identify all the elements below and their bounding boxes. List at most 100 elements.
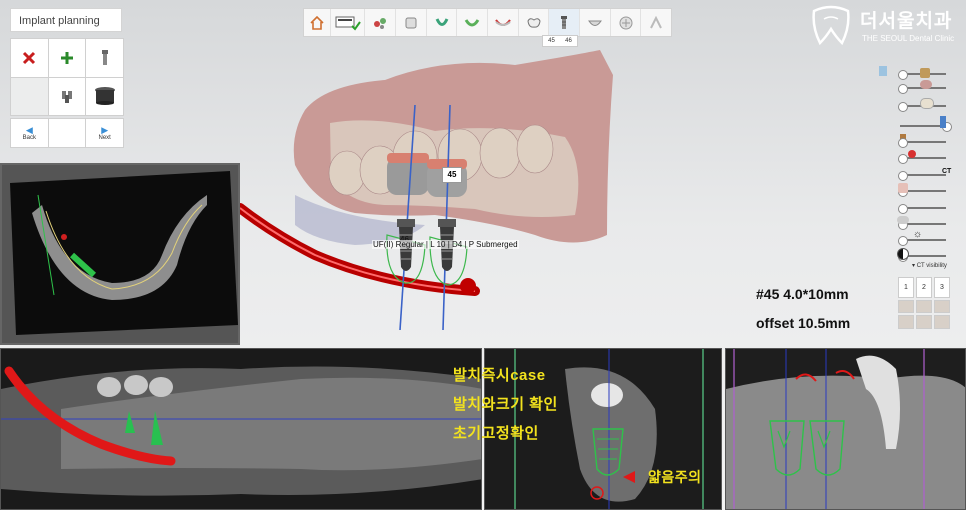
implant-layer-icon bbox=[940, 116, 946, 128]
teeth-layer-icon bbox=[920, 98, 934, 109]
step-crown[interactable] bbox=[519, 9, 550, 36]
3d-model-view[interactable] bbox=[235, 45, 655, 330]
annotation-initial-stability: 초기고정확인 bbox=[453, 425, 539, 442]
ct-slice bbox=[10, 171, 238, 335]
step-finish[interactable] bbox=[641, 9, 671, 36]
crown-margin bbox=[387, 153, 429, 163]
step-arch[interactable] bbox=[457, 9, 489, 36]
add-implant-button[interactable] bbox=[48, 39, 86, 77]
alignment-icon bbox=[435, 17, 448, 26]
nav-spacer bbox=[48, 119, 86, 147]
implant-size-text: #45 4.0*10mm bbox=[756, 286, 849, 302]
clinic-name: 더서울치과 bbox=[860, 11, 953, 32]
sleeve-icon bbox=[94, 87, 115, 106]
implant-icon bbox=[101, 49, 108, 65]
implant-icon bbox=[561, 15, 568, 29]
arch-layer-icon bbox=[897, 216, 909, 224]
model-icon bbox=[405, 17, 417, 28]
layer-slider-gum[interactable] bbox=[878, 82, 948, 94]
step-segmentation[interactable] bbox=[365, 9, 396, 36]
tooth-45-badge: 45 bbox=[548, 38, 555, 44]
implant-body bbox=[399, 227, 413, 271]
ct-thumb-sagittal[interactable] bbox=[934, 299, 950, 314]
ct-view-1-button[interactable]: 1 bbox=[898, 277, 914, 298]
tooth-segment-icon bbox=[374, 17, 387, 29]
layer-slider-teeth[interactable] bbox=[878, 100, 948, 112]
finish-icon bbox=[650, 15, 663, 28]
brightness-icon: ☼ bbox=[913, 229, 923, 240]
layer-slider-ct[interactable] bbox=[878, 169, 948, 181]
crown-icon bbox=[526, 17, 541, 28]
home-button[interactable] bbox=[304, 9, 331, 36]
step-alignment[interactable] bbox=[427, 9, 458, 36]
implant-tool-button[interactable] bbox=[86, 39, 123, 77]
axial-ct-view[interactable] bbox=[0, 163, 240, 345]
implant-head bbox=[438, 219, 456, 227]
ct-view-3-button[interactable]: 3 bbox=[934, 277, 950, 298]
implant-body bbox=[440, 227, 454, 271]
layer-slider-contrast[interactable] bbox=[878, 250, 948, 262]
scan-data-icon bbox=[335, 16, 361, 31]
layer-slider-guide[interactable] bbox=[878, 185, 948, 197]
next-label: Next bbox=[98, 134, 111, 141]
sleeve-tool-button[interactable] bbox=[86, 77, 123, 115]
crown-cross-section bbox=[591, 383, 623, 407]
annotation-thin-bone-caution: 얇음주의 bbox=[648, 469, 702, 485]
implant-tool-grid bbox=[10, 38, 124, 116]
step-model[interactable] bbox=[396, 9, 427, 36]
model-layer-icon bbox=[920, 68, 930, 78]
ct-thumb-coronal[interactable] bbox=[916, 299, 932, 314]
ct-thumb-cross[interactable] bbox=[916, 315, 932, 329]
next-arrow-icon: ▶ bbox=[101, 124, 109, 135]
mental-foramen bbox=[460, 278, 476, 294]
x-icon bbox=[23, 51, 36, 64]
plus-icon bbox=[60, 51, 73, 64]
empty-tool-slot bbox=[11, 77, 48, 115]
step-scan-data[interactable] bbox=[331, 9, 366, 36]
step-nerve[interactable] bbox=[488, 9, 519, 36]
sagittal-ct-view[interactable] bbox=[725, 348, 966, 510]
offset-text: offset 10.5mm bbox=[756, 315, 851, 331]
scanner-icon bbox=[879, 66, 887, 76]
step-guide[interactable] bbox=[580, 9, 611, 36]
tooth-crown bbox=[328, 150, 366, 196]
abutment-icon bbox=[61, 91, 72, 104]
back-arrow-icon: ◀ bbox=[25, 124, 33, 135]
layer-slider-sleeve[interactable] bbox=[878, 136, 948, 148]
panoramic-ct-view[interactable] bbox=[0, 348, 482, 510]
ct-layer-label: CT bbox=[942, 168, 952, 175]
crown-shadow bbox=[149, 377, 173, 397]
tooth-crown bbox=[516, 124, 554, 174]
guide-icon bbox=[587, 20, 602, 26]
export-icon bbox=[619, 16, 633, 29]
bone-sagittal bbox=[726, 375, 965, 509]
ct-view-grid: 1 2 3 bbox=[898, 277, 950, 329]
clinic-subtitle: THE SEOUL Dental Clinic bbox=[862, 34, 955, 43]
layer-slider-model[interactable] bbox=[878, 202, 948, 214]
implant-info-tooltip: UF(II) Regular | L 10 | D4 | P Submerged bbox=[372, 240, 519, 249]
guide-layer-icon bbox=[898, 183, 908, 193]
step-export[interactable] bbox=[611, 9, 642, 36]
workflow-toolbar bbox=[303, 8, 672, 37]
tooth-45-label: 45 bbox=[442, 167, 462, 183]
annotation-immediate-extraction: 발치즉시case bbox=[453, 367, 546, 384]
crown-shadow bbox=[124, 375, 148, 395]
arch-icon bbox=[464, 18, 480, 26]
abutment-tool-button[interactable] bbox=[48, 77, 86, 115]
nerve-point bbox=[61, 234, 67, 240]
step-implant[interactable] bbox=[549, 9, 581, 36]
navigation-row: ◀ Back ▶ Next bbox=[10, 118, 124, 148]
ct-visibility-toggle[interactable]: ▾ CT visibility bbox=[912, 262, 947, 269]
ct-thumb-axial[interactable] bbox=[898, 299, 914, 314]
layer-slider-scan[interactable] bbox=[878, 68, 948, 80]
back-button[interactable]: ◀ Back bbox=[11, 119, 48, 147]
layer-slider-implant[interactable] bbox=[878, 120, 952, 132]
ct-view-2-button[interactable]: 2 bbox=[916, 277, 932, 298]
delete-implant-button[interactable] bbox=[11, 39, 48, 77]
back-label: Back bbox=[22, 134, 36, 141]
ct-thumb-3d[interactable] bbox=[934, 315, 950, 329]
gum-layer-icon bbox=[920, 80, 932, 89]
ct-thumb-panoramic[interactable] bbox=[898, 315, 914, 329]
next-button[interactable]: ▶ Next bbox=[86, 119, 123, 147]
tooth-46-badge: 46 bbox=[565, 38, 572, 44]
